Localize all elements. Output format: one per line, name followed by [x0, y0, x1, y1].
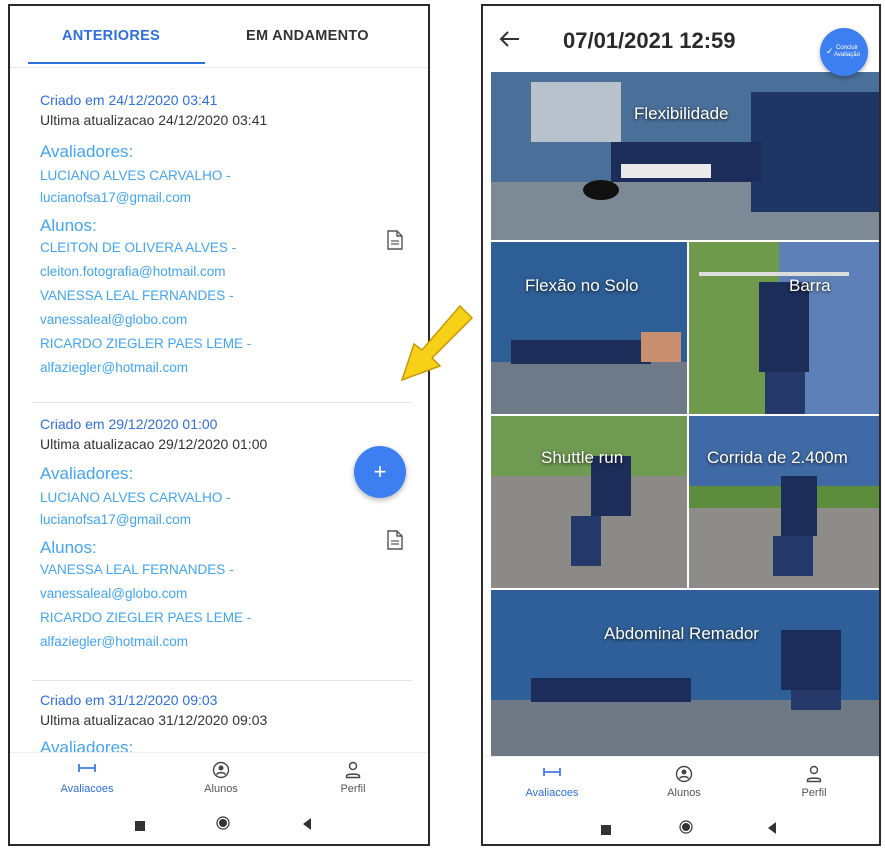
- account-circle-icon: [675, 765, 693, 788]
- updated-date: Ultima atualizacao 31/12/2020 09:03: [40, 712, 268, 728]
- system-navigation-bar: [483, 808, 879, 844]
- evaluators-label: Avaliadores:: [40, 142, 134, 161]
- nav-alunos[interactable]: Alunos: [629, 757, 739, 809]
- card-divider: [32, 680, 412, 681]
- back-nav-icon[interactable]: [302, 817, 312, 835]
- tile-label: Abdominal Remador: [604, 624, 759, 643]
- nav-label: Perfil: [801, 787, 827, 799]
- evaluator-name: LUCIANO ALVES CARVALHO -: [40, 168, 231, 183]
- student-email: cleiton.fotografia@hotmail.com: [40, 264, 226, 279]
- students-label: Alunos:: [40, 216, 97, 235]
- conclude-evaluation-label: Concluir Avaliação: [834, 45, 860, 58]
- back-nav-icon[interactable]: [767, 821, 777, 839]
- updated-date: Ultima atualizacao 29/12/2020 01:00: [40, 436, 268, 452]
- tile-label: Shuttle run: [541, 448, 624, 467]
- nav-avaliacoes[interactable]: Avaliacoes: [32, 753, 142, 805]
- person-outline-icon: [344, 761, 362, 784]
- tile-label: Corrida de 2.400m: [707, 448, 848, 467]
- corrida-photo: [689, 416, 879, 588]
- ruler-icon: [542, 765, 562, 784]
- system-navigation-bar: [10, 804, 428, 844]
- tile-flexao-no-solo[interactable]: Flexão no Solo: [491, 242, 687, 414]
- shuttle-run-photo: [491, 416, 687, 588]
- evaluation-card[interactable]: Criado em 29/12/2020 01:00 Ultima atuali…: [10, 404, 428, 680]
- student-name: VANESSA LEAL FERNANDES -: [40, 562, 234, 577]
- student-name: VANESSA LEAL FERNANDES -: [40, 288, 234, 303]
- student-name: RICARDO ZIEGLER PAES LEME -: [40, 336, 252, 351]
- home-icon[interactable]: [216, 816, 230, 835]
- evaluator-email: lucianofsa17@gmail.com: [40, 190, 192, 205]
- tab-anteriores[interactable]: ANTERIORES: [62, 28, 160, 44]
- nav-label: Alunos: [204, 783, 238, 795]
- nav-perfil[interactable]: Perfil: [759, 757, 869, 809]
- barra-photo: [689, 242, 879, 414]
- nav-label: Alunos: [667, 787, 701, 799]
- document-icon[interactable]: [387, 530, 403, 550]
- account-circle-icon: [212, 761, 230, 784]
- recents-icon[interactable]: [601, 822, 611, 840]
- tile-shuttle-run[interactable]: Shuttle run: [491, 416, 687, 588]
- nav-perfil[interactable]: Perfil: [298, 753, 408, 805]
- student-email: vanessaleal@globo.com: [40, 312, 188, 327]
- nav-avaliacoes[interactable]: Avaliacoes: [497, 757, 607, 809]
- evaluators-label: Avaliadores:: [40, 464, 134, 483]
- evaluation-datetime-title: 07/01/2021 12:59: [563, 28, 736, 53]
- evaluator-email: lucianofsa17@gmail.com: [40, 512, 192, 527]
- tab-bar: ANTERIORES EM ANDAMENTO: [10, 6, 428, 70]
- student-email: alfaziegler@hotmail.com: [40, 634, 189, 649]
- tile-label: Flexão no Solo: [525, 276, 639, 295]
- tile-label: Flexibilidade: [634, 104, 729, 123]
- evaluation-card[interactable]: Criado em 24/12/2020 03:41 Ultima atuali…: [10, 70, 428, 400]
- tile-flexibilidade[interactable]: Flexibilidade: [491, 72, 879, 240]
- evaluation-detail-screen: 07/01/2021 12:59 Flexibilidade Flexão no…: [481, 4, 881, 846]
- arrow-back-icon[interactable]: [499, 30, 521, 48]
- ruler-icon: [77, 761, 97, 780]
- test-grid: Flexibilidade Flexão no Solo Barra Shutt…: [491, 72, 879, 756]
- tile-abdominal-remador[interactable]: Abdominal Remador: [491, 590, 879, 756]
- card-divider: [32, 402, 412, 403]
- evaluator-name: LUCIANO ALVES CARVALHO -: [40, 490, 231, 505]
- tile-barra[interactable]: Barra: [689, 242, 879, 414]
- student-name: RICARDO ZIEGLER PAES LEME -: [40, 610, 252, 625]
- tile-label: Barra: [789, 276, 831, 295]
- evaluation-card[interactable]: Criado em 31/12/2020 09:03 Ultima atuali…: [10, 682, 428, 756]
- tabs-divider: [10, 67, 428, 68]
- evaluations-list-screen: ANTERIORES EM ANDAMENTO Criado em 24/12/…: [8, 4, 430, 846]
- nav-label: Perfil: [340, 783, 366, 795]
- nav-label: Avaliacoes: [60, 783, 114, 795]
- student-name: CLEITON DE OLIVERA ALVES -: [40, 240, 237, 255]
- student-email: vanessaleal@globo.com: [40, 586, 188, 601]
- active-tab-indicator: [28, 62, 205, 64]
- nav-label: Avaliacoes: [525, 787, 579, 799]
- app-bar: 07/01/2021 12:59: [483, 6, 879, 72]
- students-label: Alunos:: [40, 538, 97, 557]
- bottom-navigation: Avaliacoes Alunos Perfil: [10, 752, 428, 805]
- home-icon[interactable]: [679, 820, 693, 839]
- created-date: Criado em 29/12/2020 01:00: [40, 416, 218, 432]
- flexao-no-solo-photo: [491, 242, 687, 414]
- recents-icon[interactable]: [135, 818, 145, 836]
- document-icon[interactable]: [387, 230, 403, 250]
- conclude-evaluation-button[interactable]: ✓ Concluir Avaliação: [820, 28, 868, 76]
- flexibilidade-photo: [491, 72, 879, 240]
- updated-date: Ultima atualizacao 24/12/2020 03:41: [40, 112, 268, 128]
- tab-em-andamento[interactable]: EM ANDAMENTO: [246, 28, 369, 44]
- bottom-navigation: Avaliacoes Alunos Perfil: [483, 756, 879, 809]
- student-email: alfaziegler@hotmail.com: [40, 360, 189, 375]
- created-date: Criado em 24/12/2020 03:41: [40, 92, 218, 108]
- highlight-arrow: [400, 304, 474, 382]
- nav-alunos[interactable]: Alunos: [166, 753, 276, 805]
- add-evaluation-button[interactable]: +: [354, 446, 406, 498]
- tile-corrida-2400m[interactable]: Corrida de 2.400m: [689, 416, 879, 588]
- created-date: Criado em 31/12/2020 09:03: [40, 692, 218, 708]
- evaluation-list: Criado em 24/12/2020 03:41 Ultima atuali…: [10, 70, 428, 756]
- abdominal-remador-photo: [491, 590, 879, 756]
- person-outline-icon: [805, 765, 823, 788]
